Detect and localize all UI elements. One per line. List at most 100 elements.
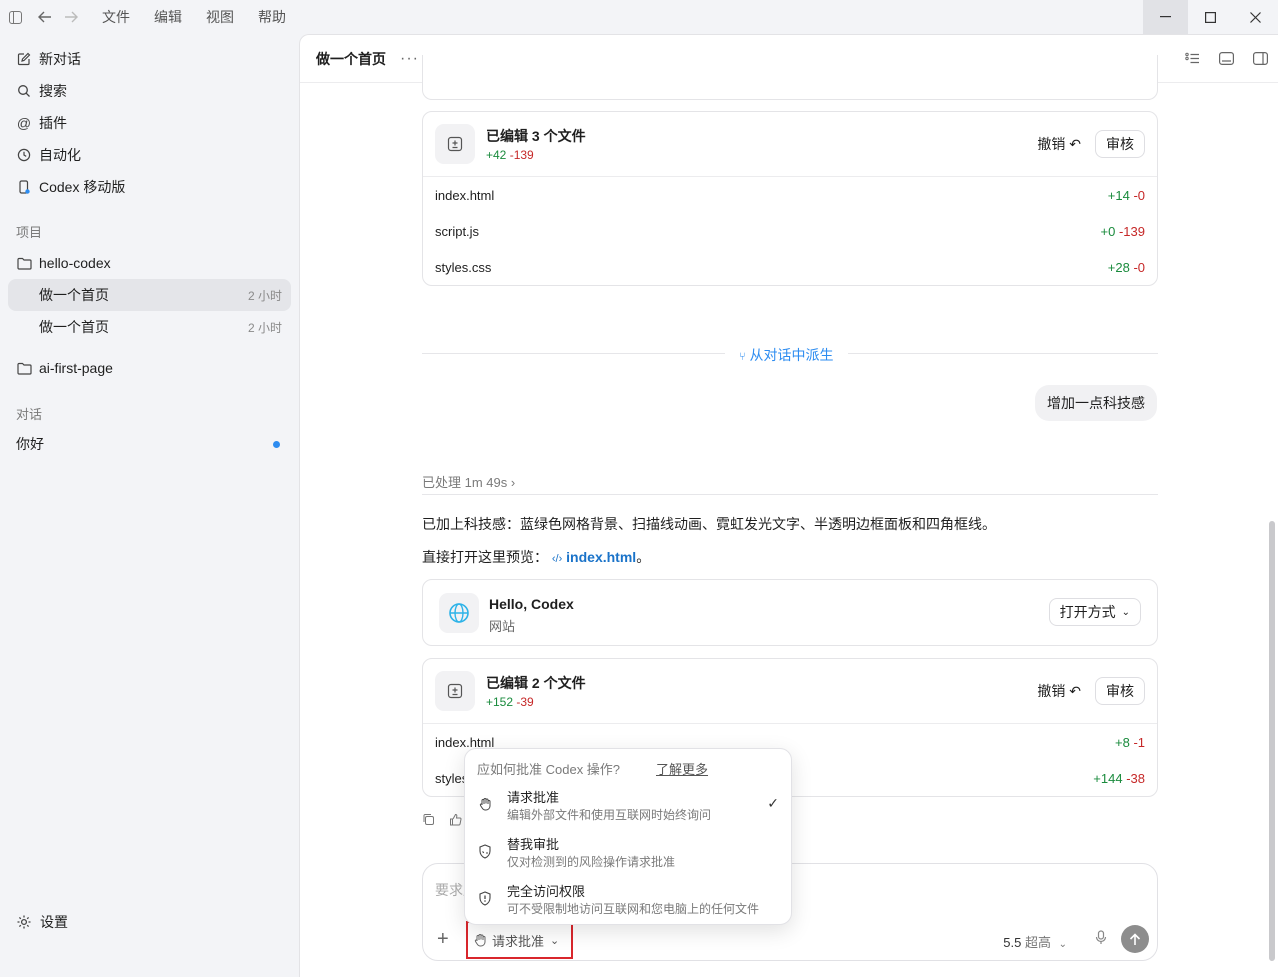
close-window-button[interactable] bbox=[1233, 0, 1278, 34]
settings-label: 设置 bbox=[40, 914, 68, 930]
popup-heading: 应如何批准 Codex 操作? bbox=[477, 762, 621, 777]
approval-mode-button[interactable]: 请求批准 ⌄ bbox=[466, 921, 573, 959]
automation-label: 自动化 bbox=[39, 147, 81, 163]
page-title: 做一个首页 bbox=[316, 50, 386, 67]
plugins-label: 插件 bbox=[39, 115, 67, 131]
diff-icon bbox=[435, 671, 475, 711]
search-icon bbox=[16, 83, 32, 99]
chevron-right-icon: › bbox=[510, 475, 516, 490]
thread-time: 2 小时 bbox=[247, 288, 282, 303]
thread-time: 2 小时 bbox=[247, 320, 282, 335]
settings-button[interactable]: 设置 bbox=[16, 912, 68, 932]
reply-text: 已加上科技感：蓝绿色网格背景、扫描线动画、霓虹发光文字、半透明边框面板和四角框线… bbox=[422, 516, 996, 532]
divider bbox=[422, 494, 1158, 495]
menu-file[interactable]: 文件 bbox=[90, 0, 142, 34]
model-selector[interactable]: 5.5 超高 ⌄ bbox=[1003, 932, 1067, 951]
site-title: Hello, Codex bbox=[489, 596, 574, 612]
learn-more-link[interactable]: 了解更多 bbox=[656, 759, 708, 778]
thread-title: 做一个首页 bbox=[39, 319, 109, 335]
back-arrow-icon[interactable] bbox=[32, 0, 58, 34]
hand-icon bbox=[477, 796, 493, 812]
undo-button[interactable]: 撤销 ↶ bbox=[1037, 134, 1081, 154]
diff-icon bbox=[435, 124, 475, 164]
search-label: 搜索 bbox=[39, 83, 67, 99]
diff-stats: +152 -39 bbox=[486, 695, 534, 709]
mobile-button[interactable]: Codex 移动版 bbox=[8, 171, 291, 203]
side-panel-icon[interactable] bbox=[1249, 47, 1271, 69]
diff-stats: +42 -139 bbox=[486, 148, 534, 162]
project-ai-first-page[interactable]: ai-first-page bbox=[8, 352, 291, 384]
main-panel: 做一个首页 ··· 已编辑 3 个文件 +42 -139 撤销 ↶ 审核 ind… bbox=[299, 34, 1278, 977]
option-request-approval[interactable]: 请求批准 编辑外部文件和使用互联网时始终询问 ✓ bbox=[465, 783, 793, 829]
previous-card bbox=[422, 55, 1158, 100]
warning-shield-icon bbox=[477, 890, 493, 906]
scrollbar[interactable] bbox=[1269, 521, 1275, 961]
folder-icon bbox=[16, 255, 32, 271]
message-actions bbox=[422, 813, 462, 829]
terminal-panel-icon[interactable] bbox=[1215, 47, 1237, 69]
forward-arrow-icon[interactable] bbox=[58, 0, 84, 34]
thread-title: 做一个首页 bbox=[39, 287, 109, 303]
review-button[interactable]: 审核 bbox=[1095, 130, 1145, 158]
approval-mode-popup: 应如何批准 Codex 操作? 了解更多 请求批准 编辑外部文件和使用互联网时始… bbox=[464, 748, 792, 925]
open-with-button[interactable]: 打开方式 ⌄ bbox=[1048, 598, 1141, 626]
option-full-access[interactable]: 完全访问权限 可不受限制地访问互联网和您电脑上的任何文件 bbox=[465, 877, 793, 923]
review-button[interactable]: 审核 bbox=[1095, 677, 1145, 705]
chat-title: 你好 bbox=[16, 436, 44, 452]
checklist-icon[interactable] bbox=[1181, 47, 1203, 69]
add-attachment-button[interactable]: + bbox=[437, 929, 449, 949]
chevron-down-icon: ⌄ bbox=[550, 934, 560, 947]
chevron-down-icon: ⌄ bbox=[1058, 939, 1067, 950]
file-row[interactable]: styles.css +28 -0 bbox=[423, 249, 1157, 285]
undo-button[interactable]: 撤销 ↶ bbox=[1037, 681, 1081, 701]
divider bbox=[422, 353, 725, 354]
file-row[interactable]: index.html +14 -0 bbox=[423, 177, 1157, 213]
file-link[interactable]: ‹/› index.html bbox=[552, 549, 636, 565]
file-row[interactable]: script.js +0 -139 bbox=[423, 213, 1157, 249]
new-chat-label: 新对话 bbox=[39, 51, 81, 67]
minimize-button[interactable] bbox=[1143, 0, 1188, 34]
branch-icon: ⑂ bbox=[739, 351, 746, 363]
globe-icon bbox=[439, 593, 479, 633]
site-subtitle: 网站 bbox=[489, 619, 516, 634]
sidebar-toggle-icon[interactable] bbox=[2, 0, 28, 34]
new-chat-button[interactable]: 新对话 bbox=[8, 43, 291, 75]
fork-link[interactable]: ⑂ 从对话中派生 bbox=[739, 345, 834, 365]
processed-toggle[interactable]: 已处理 1m 49s › bbox=[422, 472, 515, 491]
menu-view[interactable]: 视图 bbox=[194, 0, 246, 34]
maximize-button[interactable] bbox=[1188, 0, 1233, 34]
chat-item[interactable]: 你好 bbox=[8, 428, 291, 460]
sidebar: 新对话 搜索 @ 插件 自动化 Codex 移动版 项目 hello-codex… bbox=[0, 34, 299, 977]
card-title: 已编辑 3 个文件 bbox=[486, 128, 586, 144]
mobile-label: Codex 移动版 bbox=[39, 179, 126, 195]
menu-help[interactable]: 帮助 bbox=[246, 0, 298, 34]
code-icon: ‹/› bbox=[551, 553, 563, 565]
menu-edit[interactable]: 编辑 bbox=[142, 0, 194, 34]
thumbs-up-icon[interactable] bbox=[449, 813, 462, 829]
chats-section-label: 对话 bbox=[16, 407, 43, 422]
more-options-button[interactable]: ··· bbox=[400, 50, 419, 68]
plugins-button[interactable]: @ 插件 bbox=[8, 107, 291, 139]
reply-preview-line: 直接打开这里预览： ‹/› index.html。 bbox=[422, 549, 651, 565]
send-button[interactable] bbox=[1121, 925, 1149, 953]
chevron-down-icon: ⌄ bbox=[1121, 606, 1130, 618]
website-card[interactable]: Hello, Codex 网站 打开方式 ⌄ bbox=[422, 579, 1158, 646]
folder-icon bbox=[16, 360, 32, 376]
projects-section-label: 项目 bbox=[16, 225, 43, 240]
project-label: hello-codex bbox=[39, 255, 111, 271]
copy-icon[interactable] bbox=[422, 813, 435, 829]
phone-icon bbox=[16, 179, 32, 195]
edited-files-card: 已编辑 3 个文件 +42 -139 撤销 ↶ 审核 index.html +14… bbox=[422, 111, 1158, 286]
microphone-icon[interactable] bbox=[1095, 930, 1107, 948]
thread-item-selected[interactable]: 做一个首页 2 小时 bbox=[8, 279, 291, 311]
thread-item[interactable]: 做一个首页 2 小时 bbox=[8, 311, 291, 343]
project-label: ai-first-page bbox=[39, 360, 113, 376]
automation-button[interactable]: 自动化 bbox=[8, 139, 291, 171]
gear-icon bbox=[16, 914, 32, 930]
option-auto-review[interactable]: 替我审批 仅对检测到的风险操作请求批准 bbox=[465, 830, 793, 876]
undo-icon: ↶ bbox=[1069, 683, 1081, 699]
card-title: 已编辑 2 个文件 bbox=[486, 675, 586, 691]
search-button[interactable]: 搜索 bbox=[8, 75, 291, 107]
clock-icon bbox=[16, 147, 32, 163]
project-hello-codex[interactable]: hello-codex bbox=[8, 247, 291, 279]
